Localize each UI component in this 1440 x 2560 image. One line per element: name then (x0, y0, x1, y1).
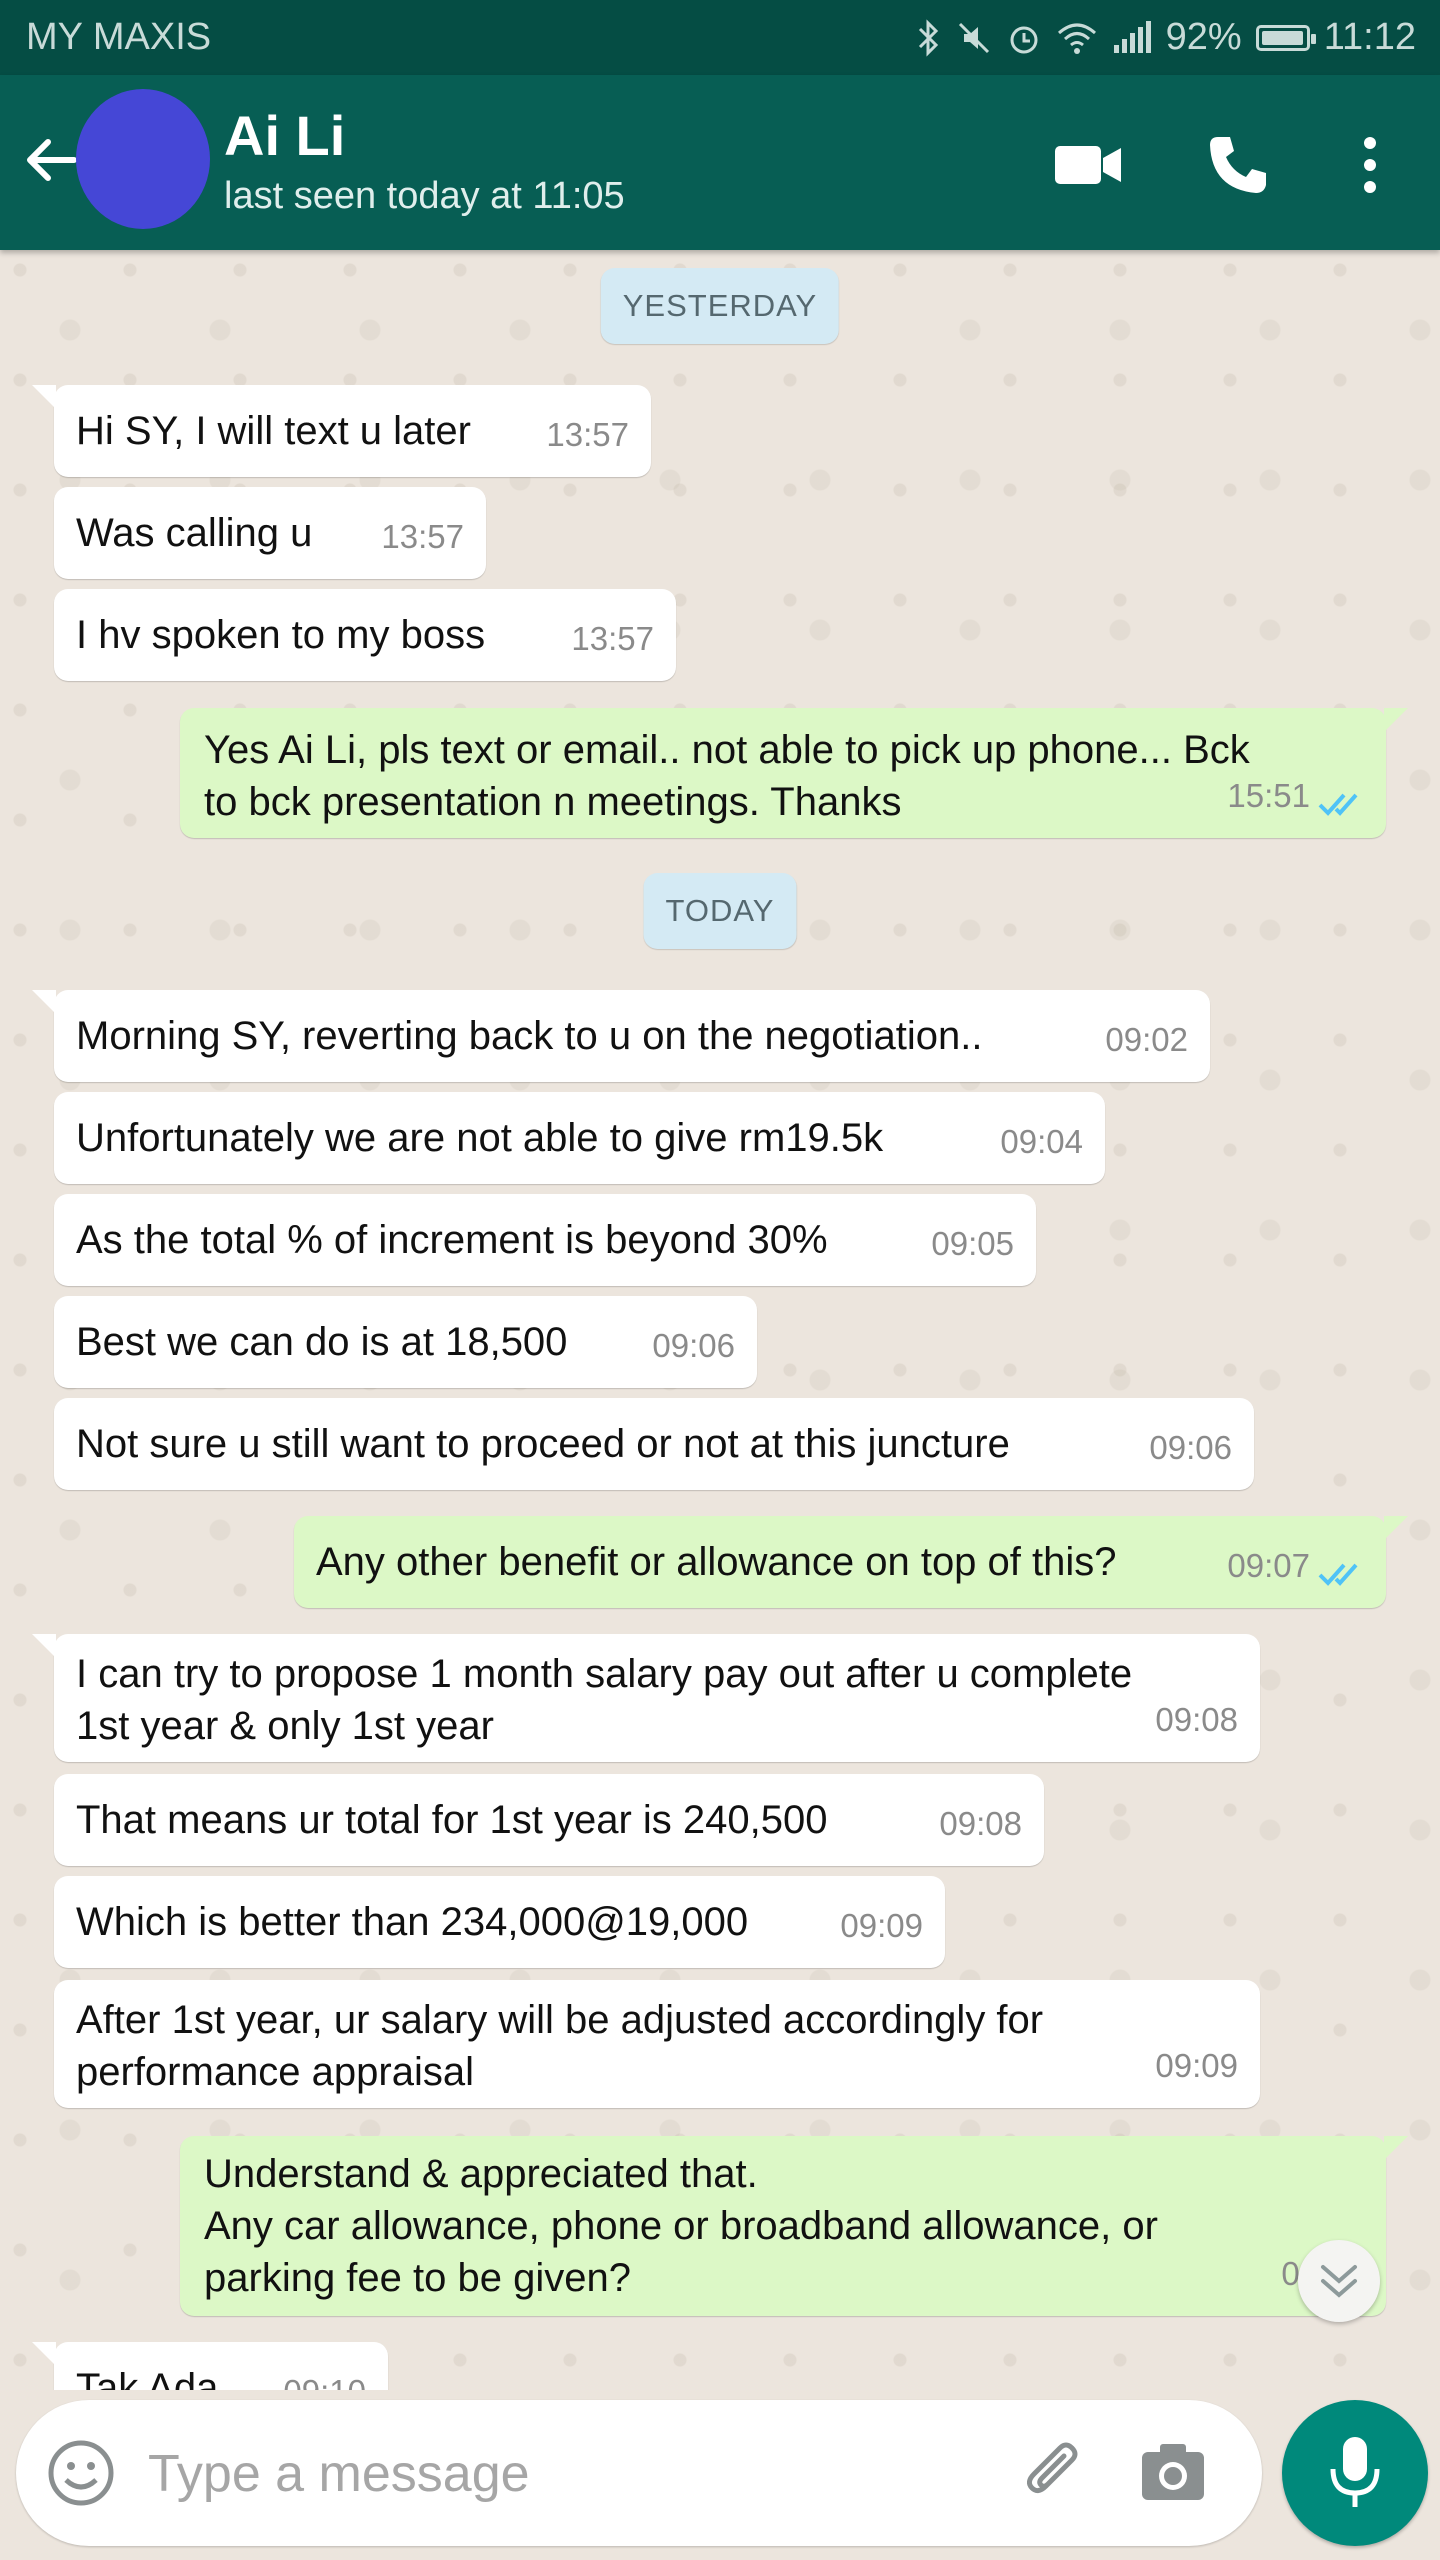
message-text: Yes Ai Li, pls text or email.. not able … (204, 728, 1250, 824)
scroll-to-bottom-button[interactable] (1298, 2240, 1380, 2322)
message-incoming[interactable]: Tak Ada 09:10 (32, 2342, 388, 2390)
message-text: Understand & appreciated that. Any car a… (204, 2152, 1158, 2300)
back-arrow-icon[interactable] (22, 130, 82, 190)
message-time: 09:07 (1227, 1547, 1310, 1584)
message-text: I hv spoken to my boss (76, 613, 486, 657)
chat-header: Ai Li last seen today at 11:05 (0, 75, 1440, 250)
message-time: 13:57 (381, 518, 464, 555)
message-text: I can try to propose 1 month salary pay … (76, 1652, 1133, 1748)
avatar[interactable] (76, 89, 210, 229)
battery-icon (1255, 24, 1316, 51)
phone-icon[interactable] (1198, 125, 1278, 205)
mute-icon (958, 22, 989, 53)
status-bar: MY MAXIS 92% 11:12 (0, 0, 1440, 75)
message-incoming[interactable]: Which is better than 234,000@19,000 09:0… (54, 1876, 945, 1968)
alarm-icon (1010, 26, 1038, 53)
message-text: Not sure u still want to proceed or not … (76, 1422, 1010, 1466)
contact-name[interactable]: Ai Li (224, 103, 345, 168)
battery-percent: 92% (1165, 16, 1242, 58)
camera-icon[interactable] (1136, 2436, 1210, 2510)
message-time: 09:02 (1105, 1021, 1188, 1058)
message-text: That means ur total for 1st year is 240,… (76, 1798, 828, 1842)
chat-area[interactable]: YESTERDAY Hi SY, I will text u later 13:… (0, 250, 1440, 2390)
message-outgoing[interactable]: Understand & appreciated that. Any car a… (180, 2136, 1408, 2316)
message-text: Unfortunately we are not able to give rm… (76, 1116, 884, 1160)
message-incoming[interactable]: I can try to propose 1 month salary pay … (32, 1634, 1260, 1762)
message-incoming[interactable]: Was calling u 13:57 (54, 487, 486, 579)
message-outgoing[interactable]: Any other benefit or allowance on top of… (294, 1516, 1408, 1608)
more-options-icon[interactable] (1330, 125, 1410, 205)
video-call-icon[interactable] (1048, 125, 1128, 205)
message-time: 09:06 (652, 1327, 735, 1364)
clock: 11:12 (1323, 16, 1416, 58)
microphone-icon (1330, 2437, 1380, 2507)
bluetooth-icon (918, 18, 938, 57)
signal-icon (1113, 20, 1151, 53)
voice-message-button[interactable] (1282, 2400, 1428, 2546)
message-incoming[interactable]: Hi SY, I will text u later 13:57 (32, 385, 651, 477)
message-incoming[interactable]: Best we can do is at 18,500 09:06 (54, 1296, 757, 1388)
message-time: 09:08 (1155, 1701, 1238, 1738)
message-outgoing[interactable]: Yes Ai Li, pls text or email.. not able … (180, 708, 1408, 838)
message-incoming[interactable]: Unfortunately we are not able to give rm… (54, 1092, 1105, 1184)
message-time: 09:05 (931, 1225, 1014, 1262)
message-time: 15:51 (1227, 777, 1310, 814)
message-text: After 1st year, ur salary will be adjust… (76, 1998, 1044, 2094)
message-composer: Type a message (16, 2400, 1262, 2546)
message-incoming[interactable]: As the total % of increment is beyond 30… (54, 1194, 1036, 1286)
status-icons: 92% 11:12 (916, 16, 1416, 59)
message-incoming[interactable]: I hv spoken to my boss 13:57 (54, 589, 676, 681)
read-receipt-icon (1318, 1563, 1358, 1586)
message-text: Best we can do is at 18,500 (76, 1320, 568, 1364)
message-time: 09:10 (283, 2366, 366, 2390)
wifi-icon (1057, 23, 1096, 54)
message-input[interactable]: Type a message (148, 2444, 530, 2504)
message-time: 09:04 (1000, 1123, 1083, 1160)
last-seen-status[interactable]: last seen today at 11:05 (224, 175, 625, 218)
message-time: 09:08 (939, 1805, 1022, 1842)
emoji-icon[interactable] (46, 2438, 116, 2508)
message-text: Which is better than 234,000@19,000 (76, 1900, 749, 1944)
message-incoming[interactable]: Not sure u still want to proceed or not … (54, 1398, 1254, 1490)
date-divider-yesterday: YESTERDAY (600, 268, 840, 344)
message-time: 09:09 (840, 1907, 923, 1944)
message-text: Morning SY, reverting back to u on the n… (76, 1014, 983, 1058)
message-text: As the total % of increment is beyond 30… (76, 1218, 828, 1262)
attachment-icon[interactable] (1016, 2436, 1090, 2510)
read-receipt-icon (1318, 793, 1358, 816)
date-divider-today: TODAY (643, 873, 797, 949)
message-time: 13:57 (546, 416, 629, 453)
chevron-double-down-icon (1321, 2265, 1357, 2298)
message-incoming[interactable]: Morning SY, reverting back to u on the n… (32, 990, 1210, 1082)
message-time: 09:06 (1149, 1429, 1232, 1466)
message-incoming[interactable]: That means ur total for 1st year is 240,… (54, 1774, 1044, 1866)
message-text: Any other benefit or allowance on top of… (316, 1540, 1117, 1584)
message-time: 13:57 (571, 620, 654, 657)
message-incoming[interactable]: After 1st year, ur salary will be adjust… (54, 1980, 1260, 2108)
message-time: 09:09 (1155, 2047, 1238, 2084)
carrier-name: MY MAXIS (26, 16, 212, 58)
